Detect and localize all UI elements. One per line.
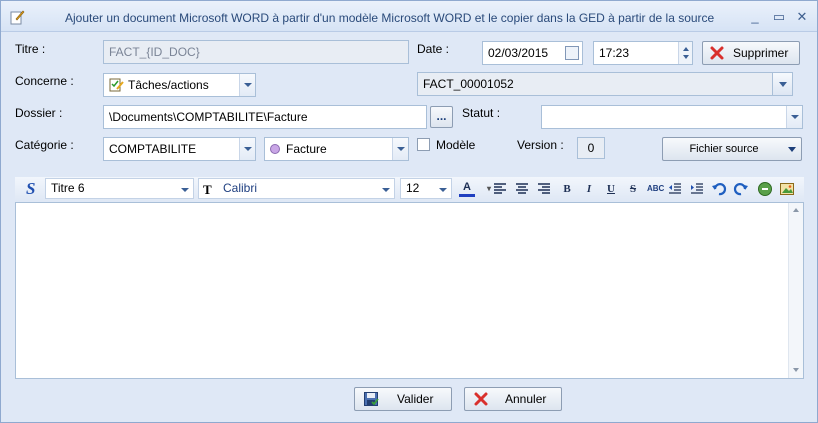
format-toolbar: S Titre 6 T Calibri 12 A ▾ B I U S ABC [15,177,804,201]
titre-field[interactable]: FACT_{ID_DOC} [103,40,409,64]
dossier-field[interactable]: \Documents\COMPTABILITE\Facture [103,105,427,129]
calendar-icon[interactable] [565,46,579,60]
date-value: 02/03/2015 [488,46,549,60]
font-size-value: 12 [406,181,420,195]
close-icon[interactable]: ✕ [794,9,810,25]
categorie-dropdown[interactable]: COMPTABILITE [103,137,256,161]
supprimer-button[interactable]: Supprimer [702,41,800,65]
cancel-icon [473,391,489,407]
date-field[interactable]: 02/03/2015 [482,41,583,65]
chevron-down-icon[interactable] [435,179,451,198]
chevron-down-icon [788,147,796,152]
bold-icon[interactable]: B [559,181,575,197]
insert-link-icon[interactable] [757,181,773,197]
categorie-value: COMPTABILITE [109,142,197,156]
statut-dropdown[interactable] [541,105,803,129]
spellcheck-icon[interactable]: ABC [647,181,664,197]
version-field: 0 [577,137,605,159]
chevron-down-icon[interactable] [239,74,255,96]
valider-label: Valider [397,392,434,406]
font-dropdown[interactable]: T Calibri [198,178,395,199]
tasks-icon [108,77,124,93]
indent-decrease-icon[interactable] [667,181,683,197]
fichier-source-button[interactable]: Fichier source [662,137,802,161]
style-dropdown[interactable]: Titre 6 [45,178,194,199]
chevron-down-icon[interactable] [177,179,193,198]
concerne-value: Tâches/actions [128,78,209,92]
fichier-source-label: Fichier source [689,143,759,155]
chevron-down-icon[interactable] [786,106,802,128]
minimize-icon[interactable]: _ [747,9,763,25]
window-title: Ajouter un document Microsoft WORD à par… [65,11,715,25]
align-center-icon[interactable] [514,181,530,197]
title-bar: Ajouter un document Microsoft WORD à par… [1,1,817,32]
document-edit-icon [9,9,25,25]
type-value: Facture [286,142,327,156]
save-icon [363,391,379,407]
insert-image-icon[interactable] [779,181,795,197]
chevron-down-icon[interactable] [239,138,255,160]
dossier-label: Dossier : [15,106,63,120]
titre-label: Titre : [15,42,46,56]
align-left-icon[interactable] [492,181,508,197]
strikethrough-icon[interactable]: S [625,181,641,197]
document-editor[interactable] [15,202,804,379]
dialog-window: Ajouter un document Microsoft WORD à par… [0,0,818,423]
time-field[interactable]: 17:23 [593,41,693,65]
reference-field[interactable]: FACT_00001052 [417,72,793,96]
supprimer-label: Supprimer [733,46,789,60]
browse-button[interactable]: ... [430,106,453,128]
annuler-button[interactable]: Annuler [464,387,562,411]
indent-increase-icon[interactable] [689,181,705,197]
type-dropdown[interactable]: Facture [264,137,409,161]
statut-label: Statut : [462,106,501,120]
version-label: Version : [517,138,564,152]
date-label: Date : [417,42,450,56]
align-right-icon[interactable] [536,181,552,197]
chevron-down-icon[interactable] [392,138,408,160]
reference-value: FACT_00001052 [423,77,514,91]
undo-icon[interactable] [711,181,727,197]
chevron-down-icon[interactable] [772,73,792,95]
redo-icon[interactable] [733,181,749,197]
modele-label: Modèle [436,138,476,152]
scroll-down-icon[interactable] [793,368,799,372]
modele-checkbox[interactable] [417,138,430,151]
time-value: 17:23 [599,46,630,60]
concerne-label: Concerne : [15,74,74,88]
editor-scrollbar[interactable] [788,203,803,378]
styles-icon[interactable]: S [26,179,35,199]
style-value: Titre 6 [51,181,85,195]
chevron-down-icon[interactable] [378,179,394,198]
delete-icon [709,45,725,61]
type-color-dot [270,144,280,154]
font-icon: T [203,182,212,197]
underline-icon[interactable]: U [603,181,619,197]
annuler-label: Annuler [505,392,547,406]
scroll-up-icon[interactable] [793,208,799,212]
time-spinner[interactable] [678,42,692,64]
valider-button[interactable]: Valider [354,387,452,411]
font-value: Calibri [223,181,258,195]
font-color-icon[interactable]: A [459,181,475,197]
italic-icon[interactable]: I [581,181,597,197]
categorie-label: Catégorie : [15,138,74,152]
concerne-dropdown[interactable]: Tâches/actions [103,73,256,97]
font-size-dropdown[interactable]: 12 [400,178,452,199]
maximize-icon[interactable]: ▭ [771,9,787,25]
